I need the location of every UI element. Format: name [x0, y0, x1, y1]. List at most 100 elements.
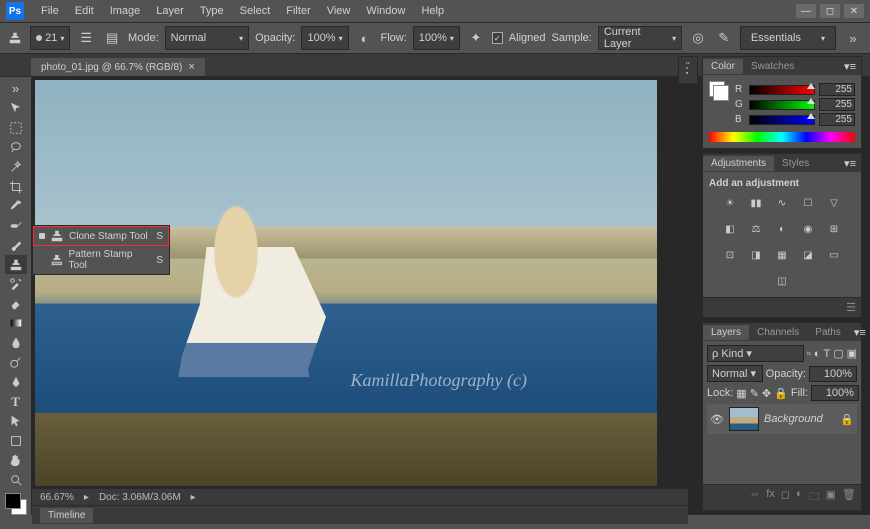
menu-view[interactable]: View	[320, 3, 358, 19]
vibrance-icon[interactable]: ▽	[824, 193, 844, 213]
crop-tool[interactable]	[5, 177, 27, 197]
document-tab[interactable]: photo_01.jpg @ 66.7% (RGB/8) ×	[31, 58, 205, 76]
levels-icon[interactable]: ▮▮	[746, 193, 766, 213]
new-group-icon[interactable]: 🗀	[809, 488, 820, 507]
curves-icon[interactable]: ∿	[772, 193, 792, 213]
tab-swatches[interactable]: Swatches	[743, 59, 802, 74]
g-value[interactable]: 255	[819, 98, 855, 111]
type-tool[interactable]: T	[5, 392, 27, 412]
filter-shape-icon[interactable]: ▢	[833, 347, 843, 360]
layer-mask-icon[interactable]: ◻	[781, 488, 790, 507]
gradient-map-icon[interactable]: ▭	[824, 245, 844, 265]
r-value[interactable]: 255	[819, 83, 855, 96]
workspace-switcher[interactable]: Essentials▾	[740, 26, 836, 50]
filter-smart-icon[interactable]: ▣	[847, 347, 857, 360]
close-button[interactable]: ✕	[844, 4, 864, 18]
tab-channels[interactable]: Channels	[749, 325, 807, 340]
lock-all-icon[interactable]: 🔒	[774, 387, 788, 400]
magic-wand-tool[interactable]	[5, 157, 27, 177]
tab-styles[interactable]: Styles	[774, 156, 817, 171]
filter-type-icon[interactable]: T	[823, 348, 830, 360]
foreground-color[interactable]	[5, 493, 21, 509]
brush-preset-picker[interactable]: 21 ▾	[30, 26, 70, 50]
shape-tool[interactable]	[5, 431, 27, 451]
layer-opacity-input[interactable]: 100%	[809, 366, 857, 382]
sample-select[interactable]: Current Layer▾	[598, 26, 682, 50]
lasso-tool[interactable]	[5, 138, 27, 158]
hand-tool[interactable]	[5, 450, 27, 470]
menu-help[interactable]: Help	[414, 3, 451, 19]
minimize-button[interactable]: —	[796, 4, 816, 18]
healing-brush-tool[interactable]	[5, 216, 27, 236]
path-selection-tool[interactable]	[5, 411, 27, 431]
link-layers-icon[interactable]: ⇔	[749, 488, 760, 507]
filter-adjust-icon[interactable]: ◐	[814, 348, 821, 360]
panel-menu-icon[interactable]: ▾≡	[849, 326, 870, 339]
exposure-icon[interactable]: ☐	[798, 193, 818, 213]
opacity-input[interactable]: 100%▾	[301, 26, 348, 50]
tab-layers[interactable]: Layers	[703, 325, 749, 340]
g-slider[interactable]	[749, 100, 815, 110]
threshold-icon[interactable]: ◪	[798, 245, 818, 265]
invert-icon[interactable]: ◨	[746, 245, 766, 265]
lock-position-icon[interactable]: ✥	[762, 387, 771, 400]
tab-color[interactable]: Color	[703, 59, 743, 74]
layer-style-icon[interactable]: fx	[766, 488, 775, 507]
flow-input[interactable]: 100%▾	[413, 26, 460, 50]
menu-file[interactable]: File	[34, 3, 66, 19]
doc-info[interactable]: Doc: 3.06M/3.06M	[99, 492, 181, 503]
menu-select[interactable]: Select	[233, 3, 278, 19]
toggle-brushes-panel-icon[interactable]: ☰	[76, 28, 96, 48]
toggle-clone-source-panel-icon[interactable]: ▤	[102, 28, 122, 48]
panel-menu-icon[interactable]: ☰	[846, 301, 856, 314]
airbrush-icon[interactable]: ✦	[466, 28, 486, 48]
flyout-clone-stamp[interactable]: Clone Stamp Tool S	[33, 226, 169, 246]
filter-pixel-icon[interactable]: ▫	[807, 348, 811, 360]
photo-filter-icon[interactable]: ◉	[798, 219, 818, 239]
b-value[interactable]: 255	[819, 113, 855, 126]
collapse-toolbar-icon[interactable]: »	[5, 79, 27, 99]
workspace-arrows-icon[interactable]: »	[842, 28, 864, 48]
color-lookup-icon[interactable]: ⊡	[720, 245, 740, 265]
pressure-opacity-icon[interactable]: ◐	[355, 28, 375, 48]
bw-icon[interactable]: ◐	[772, 219, 792, 239]
marquee-tool[interactable]	[5, 118, 27, 138]
color-swatches[interactable]	[5, 493, 27, 515]
selective-color-icon[interactable]: ◫	[772, 271, 792, 291]
brightness-icon[interactable]: ☀	[720, 193, 740, 213]
b-slider[interactable]	[749, 115, 815, 125]
mode-select[interactable]: Normal▾	[165, 26, 249, 50]
maximize-button[interactable]: ◻	[820, 4, 840, 18]
panel-menu-icon[interactable]: ▾≡	[839, 60, 861, 73]
gradient-tool[interactable]	[5, 314, 27, 334]
eyedropper-tool[interactable]	[5, 196, 27, 216]
blur-tool[interactable]	[5, 333, 27, 353]
color-balance-icon[interactable]: ⚖	[746, 219, 766, 239]
channel-mixer-icon[interactable]: ⊞	[824, 219, 844, 239]
ignore-adjustment-icon[interactable]: ◎	[688, 28, 708, 48]
color-spectrum[interactable]	[709, 132, 855, 142]
bg-color-mini[interactable]	[713, 85, 729, 101]
menu-window[interactable]: Window	[359, 3, 412, 19]
dodge-tool[interactable]	[5, 353, 27, 373]
layer-fill-input[interactable]: 100%	[811, 385, 859, 401]
blend-mode-select[interactable]: Normal ▾	[707, 365, 763, 382]
new-layer-icon[interactable]: ▣	[826, 488, 836, 507]
menu-type[interactable]: Type	[193, 3, 231, 19]
clone-stamp-tool[interactable]	[5, 255, 27, 275]
tab-paths[interactable]: Paths	[807, 325, 849, 340]
zoom-tool[interactable]	[5, 470, 27, 490]
panel-menu-icon[interactable]: ▾≡	[839, 157, 861, 170]
close-tab-icon[interactable]: ×	[188, 61, 194, 73]
lock-transparent-icon[interactable]: ▦	[736, 387, 746, 400]
r-slider[interactable]	[749, 85, 815, 95]
tab-timeline[interactable]: Timeline	[40, 508, 93, 523]
menu-layer[interactable]: Layer	[149, 3, 191, 19]
new-fill-layer-icon[interactable]: ◐	[796, 488, 803, 507]
zoom-value[interactable]: 66.67%	[40, 492, 74, 503]
flyout-pattern-stamp[interactable]: Pattern Stamp Tool S	[33, 246, 169, 274]
eraser-tool[interactable]	[5, 294, 27, 314]
menu-edit[interactable]: Edit	[68, 3, 101, 19]
aligned-checkbox[interactable]: ✓	[492, 32, 503, 44]
posterize-icon[interactable]: ▦	[772, 245, 792, 265]
